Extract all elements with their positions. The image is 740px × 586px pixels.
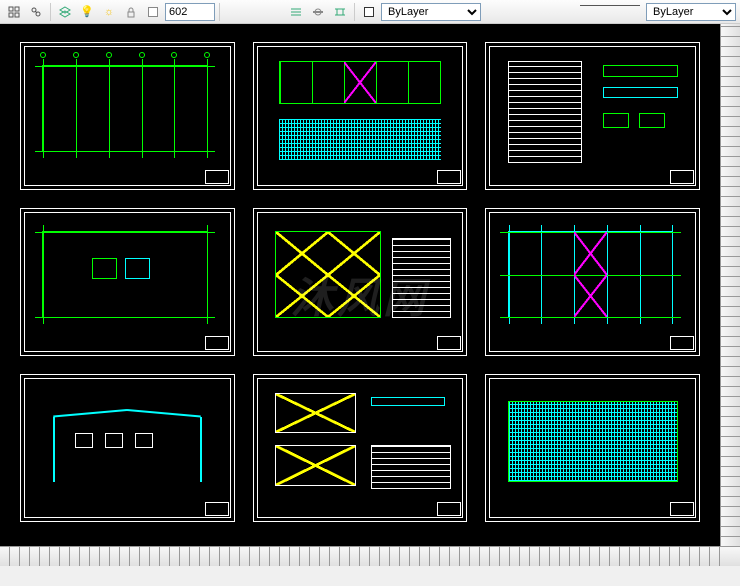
color-swatch-icon[interactable] [359, 2, 379, 22]
linetype-icon3[interactable] [330, 2, 350, 22]
sheet-2 [253, 42, 468, 190]
linetype-icon1[interactable] [286, 2, 306, 22]
layer-on-icon[interactable]: 💡 [77, 2, 97, 22]
layer-manager-icon[interactable] [55, 2, 75, 22]
sheet-8 [253, 374, 468, 522]
scrollbar-horizontal[interactable] [0, 546, 740, 566]
sheet-4 [20, 208, 235, 356]
sheet-1 [20, 42, 235, 190]
sheet-3 [485, 42, 700, 190]
layer-color-icon[interactable] [143, 2, 163, 22]
button-settings[interactable] [4, 2, 24, 22]
drawing-area[interactable]: 沐风网 [0, 24, 740, 566]
linetype-icon2[interactable] [308, 2, 328, 22]
sheet-9 [485, 374, 700, 522]
toolbar: 💡 ☼ ByLayer ByLayer [0, 0, 740, 24]
linetype-preview [580, 5, 640, 19]
layer-lock-icon[interactable] [121, 2, 141, 22]
layer-freeze-icon[interactable]: ☼ [99, 2, 119, 22]
color-select[interactable]: ByLayer [381, 3, 481, 21]
button-tool2[interactable] [26, 2, 46, 22]
sheet-5 [253, 208, 468, 356]
scrollbar-vertical[interactable] [720, 24, 740, 566]
linetype-select[interactable]: ByLayer [646, 3, 736, 21]
sheet-6 [485, 208, 700, 356]
layer-name-input[interactable] [165, 3, 215, 21]
sheet-7 [20, 374, 235, 522]
